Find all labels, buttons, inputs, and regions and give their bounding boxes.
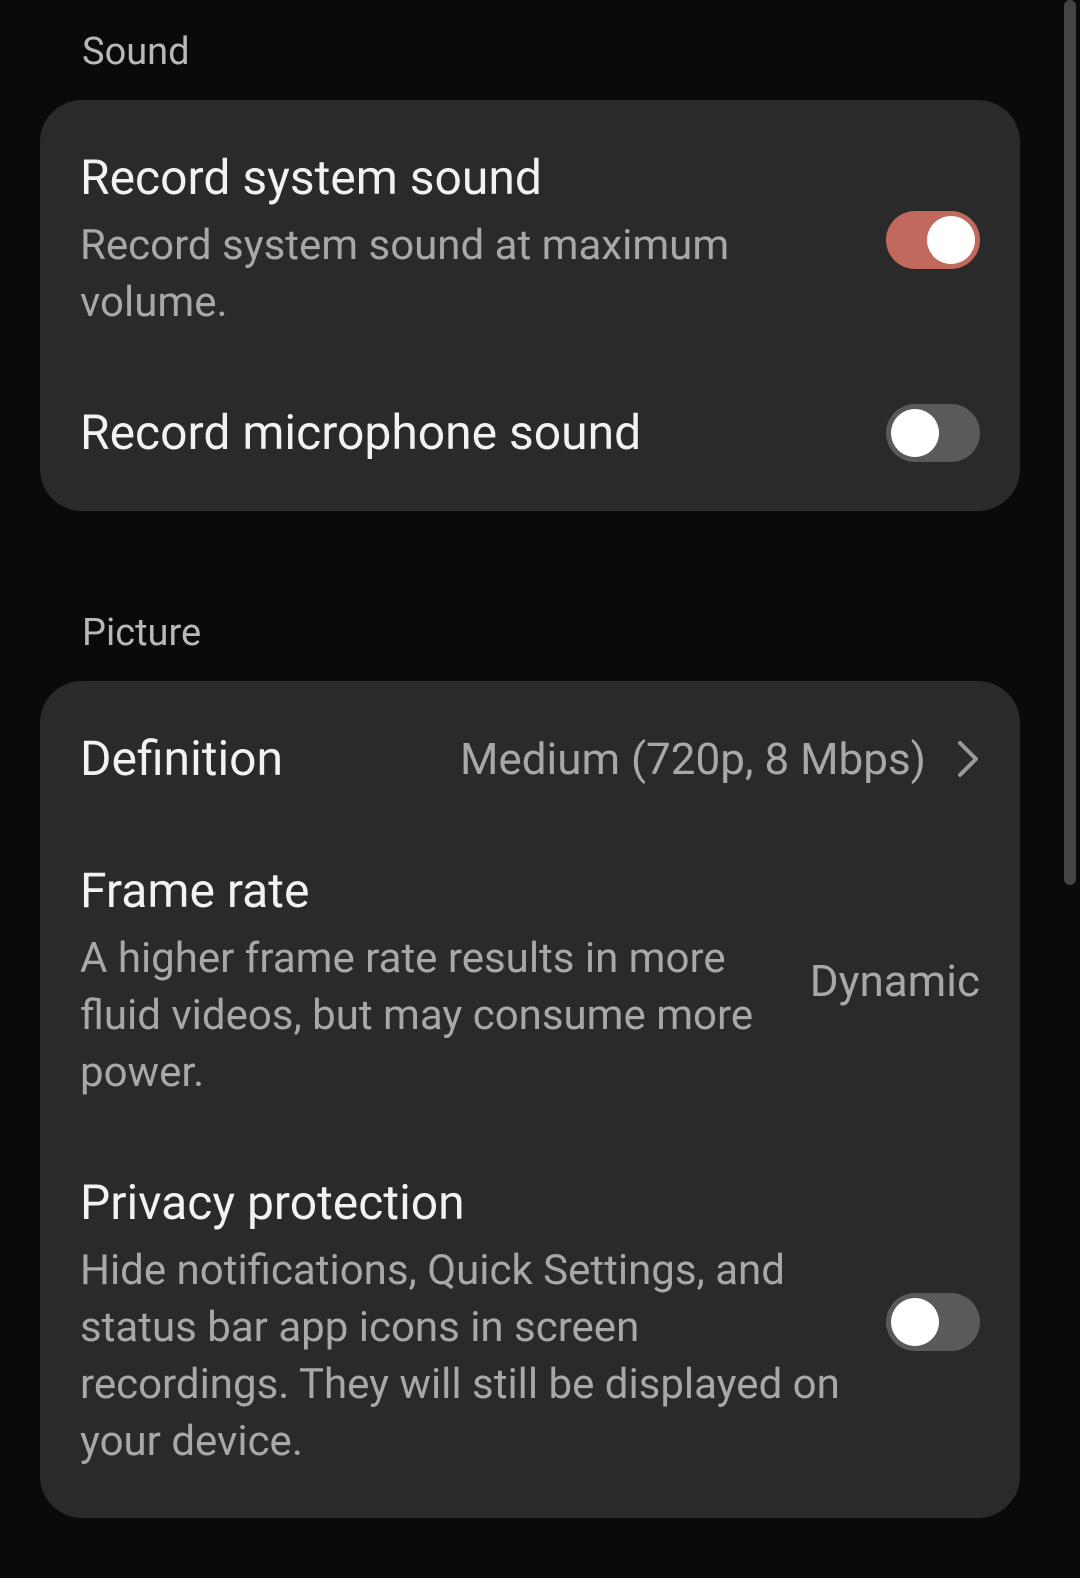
setting-subtitle: A higher frame rate results in more flui… bbox=[80, 931, 780, 1101]
row-text: Record system sound Record system sound … bbox=[80, 148, 856, 331]
sound-card: Record system sound Record system sound … bbox=[40, 100, 1020, 511]
row-frame-rate[interactable]: Frame rate A higher frame rate results i… bbox=[40, 825, 1020, 1137]
row-privacy-protection[interactable]: Privacy protection Hide notifications, Q… bbox=[40, 1137, 1020, 1506]
setting-subtitle: Hide notifications, Quick Settings, and … bbox=[80, 1243, 856, 1470]
toggle-knob bbox=[891, 409, 939, 457]
toggle-knob bbox=[891, 1298, 939, 1346]
setting-value: Medium (720p, 8 Mbps) bbox=[460, 733, 926, 785]
setting-title: Definition bbox=[80, 729, 283, 789]
row-text: Privacy protection Hide notifications, Q… bbox=[80, 1173, 856, 1470]
settings-scroll-area[interactable]: Sound Record system sound Record system … bbox=[0, 0, 1060, 1578]
row-text: Record microphone sound bbox=[80, 403, 856, 463]
row-record-system-sound[interactable]: Record system sound Record system sound … bbox=[40, 112, 1020, 367]
setting-title: Privacy protection bbox=[80, 1173, 856, 1233]
toggle-knob bbox=[927, 216, 975, 264]
section-header-picture: Picture bbox=[0, 581, 1060, 681]
toggle-record-system-sound[interactable] bbox=[886, 211, 980, 269]
section-gap bbox=[0, 511, 1060, 581]
setting-value: Dynamic bbox=[810, 955, 980, 1007]
toggle-record-microphone-sound[interactable] bbox=[886, 404, 980, 462]
toggle-privacy-protection[interactable] bbox=[886, 1293, 980, 1351]
row-definition[interactable]: Definition Medium (720p, 8 Mbps) bbox=[40, 693, 1020, 825]
row-text: Frame rate A higher frame rate results i… bbox=[80, 861, 780, 1101]
setting-title: Record microphone sound bbox=[80, 403, 856, 463]
chevron-right-icon bbox=[956, 739, 980, 779]
section-header-sound: Sound bbox=[0, 0, 1060, 100]
setting-title: Record system sound bbox=[80, 148, 856, 208]
scrollbar-thumb[interactable] bbox=[1064, 0, 1076, 885]
picture-card: Definition Medium (720p, 8 Mbps) Frame r… bbox=[40, 681, 1020, 1518]
row-text: Definition bbox=[80, 729, 283, 789]
setting-subtitle: Record system sound at maximum volume. bbox=[80, 218, 856, 331]
row-record-microphone-sound[interactable]: Record microphone sound bbox=[40, 367, 1020, 499]
setting-title: Frame rate bbox=[80, 861, 780, 921]
